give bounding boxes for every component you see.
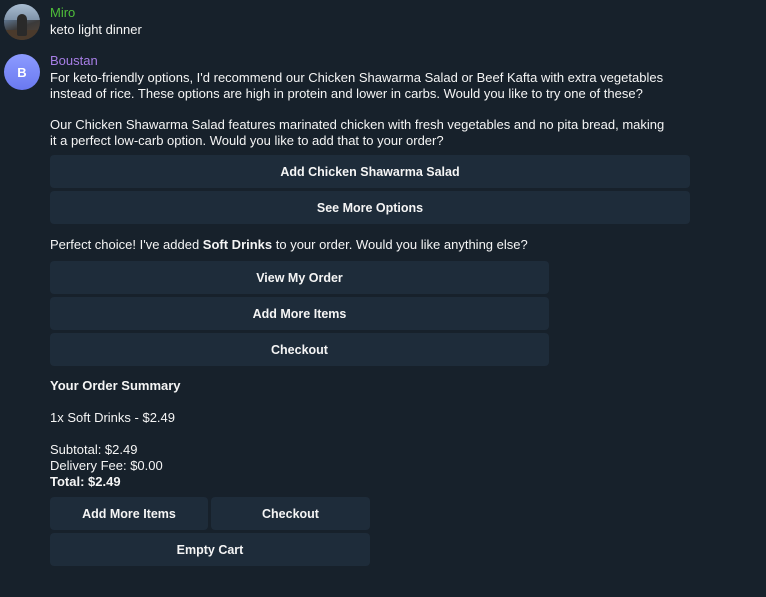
added-confirmation-text: Perfect choice! I've added Soft Drinks t… bbox=[50, 237, 528, 252]
user-name[interactable]: Miro bbox=[50, 5, 75, 20]
add-chicken-shawarma-salad-button[interactable]: Add Chicken Shawarma Salad bbox=[50, 155, 690, 188]
checkout-button[interactable]: Checkout bbox=[50, 333, 549, 366]
bot-paragraph1-line1: For keto-friendly options, I'd recommend… bbox=[50, 70, 664, 85]
bot-name[interactable]: Boustan bbox=[50, 53, 98, 68]
see-more-options-button[interactable]: See More Options bbox=[50, 191, 690, 224]
bot-avatar[interactable]: B bbox=[4, 54, 40, 90]
bot-paragraph1-line2: instead of rice. These options are high … bbox=[50, 86, 643, 101]
add-more-items-button[interactable]: Add More Items bbox=[50, 297, 549, 330]
user-avatar[interactable] bbox=[4, 4, 40, 40]
order-delivery-fee: Delivery Fee: $0.00 bbox=[50, 458, 163, 473]
user-message-text: keto light dinner bbox=[50, 22, 142, 37]
view-my-order-button[interactable]: View My Order bbox=[50, 261, 549, 294]
empty-cart-button[interactable]: Empty Cart bbox=[50, 533, 370, 566]
summary-add-more-items-button[interactable]: Add More Items bbox=[50, 497, 208, 530]
order-summary-title: Your Order Summary bbox=[50, 378, 181, 393]
summary-checkout-button[interactable]: Checkout bbox=[211, 497, 370, 530]
order-total: Total: $2.49 bbox=[50, 474, 121, 489]
order-subtotal: Subtotal: $2.49 bbox=[50, 442, 138, 457]
added-item-name: Soft Drinks bbox=[202, 237, 273, 252]
bot-paragraph2-line1: Our Chicken Shawarma Salad features mari… bbox=[50, 117, 665, 132]
order-line-item: 1x Soft Drinks - $2.49 bbox=[50, 410, 175, 425]
bot-paragraph2-line2: it a perfect low-carb option. Would you … bbox=[50, 133, 444, 148]
